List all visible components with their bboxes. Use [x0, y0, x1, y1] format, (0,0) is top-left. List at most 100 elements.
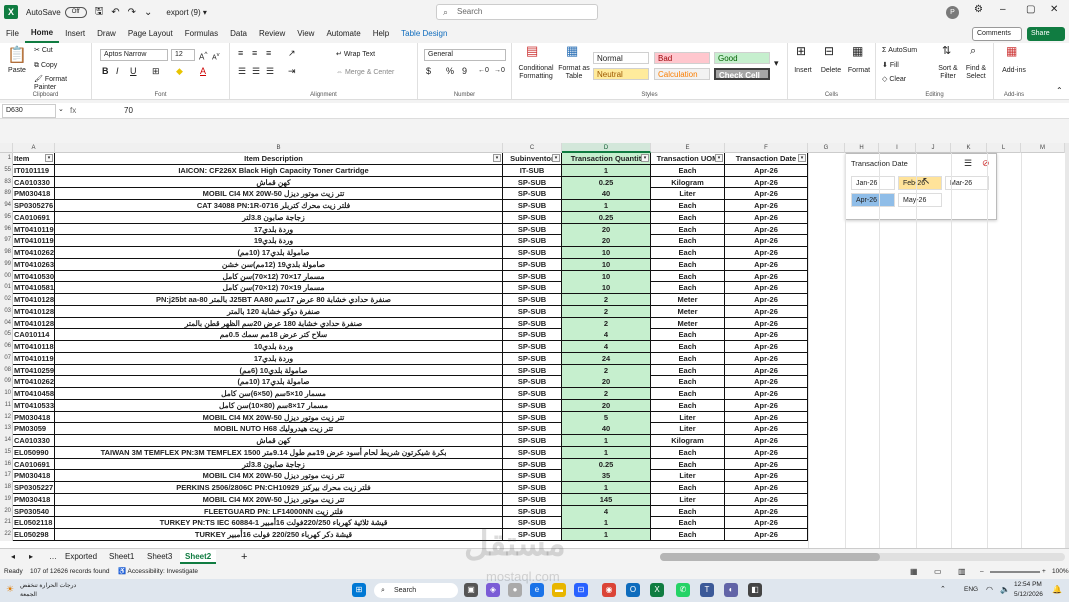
find-select-icon[interactable]: ⌕: [970, 46, 976, 57]
tab-sheet-exported[interactable]: Exported: [60, 550, 102, 564]
file-name[interactable]: export (9) ▾: [166, 8, 206, 17]
save-icon[interactable]: 🖫: [95, 4, 104, 21]
column-header-k[interactable]: K: [951, 143, 987, 153]
decrease-font-icon[interactable]: Av: [212, 51, 220, 62]
format-as-table-button[interactable]: Format as Table: [558, 65, 590, 81]
cell-e[interactable]: Each: [651, 505, 725, 517]
cell-d[interactable]: 2: [562, 317, 651, 329]
cell-d[interactable]: 40: [562, 188, 651, 200]
align-bottom-icon[interactable]: ≡: [266, 49, 271, 58]
cell-c[interactable]: SP-SUB: [503, 317, 562, 329]
cell-b[interactable]: وردة بلدي17: [55, 352, 503, 364]
cell-b[interactable]: وردة بلدي10: [55, 341, 503, 352]
cell-f[interactable]: Apr-26: [725, 493, 808, 505]
row-number[interactable]: 01: [0, 282, 13, 294]
row-number[interactable]: 14: [0, 435, 13, 447]
cell-c[interactable]: SP-SUB: [503, 493, 562, 505]
prev-sheet-icon[interactable]: ◂: [6, 550, 20, 564]
select-all-corner[interactable]: [0, 143, 13, 153]
cell-d[interactable]: 4: [562, 341, 651, 352]
tab-sheet1[interactable]: Sheet1: [104, 550, 139, 564]
tab-data[interactable]: Data: [224, 26, 253, 42]
cell-b[interactable]: كهن قماش: [55, 176, 503, 188]
row-number[interactable]: 09: [0, 376, 13, 388]
column-header-f[interactable]: F: [725, 143, 808, 153]
clock-date[interactable]: 5/12/2026: [1014, 591, 1043, 598]
cell-a[interactable]: IT0101119: [13, 164, 55, 176]
cell-a[interactable]: MT04101189: [13, 341, 55, 352]
formula-input[interactable]: 70: [124, 104, 133, 118]
comments-button[interactable]: Comments: [972, 27, 1022, 41]
cell-d[interactable]: 4: [562, 505, 651, 517]
row-number[interactable]: 19: [0, 493, 13, 506]
cell-d[interactable]: 10: [562, 247, 651, 258]
cell-c[interactable]: SP-SUB: [503, 388, 562, 399]
filter-dropdown-icon[interactable]: ▾: [641, 154, 649, 162]
increase-decimal-icon[interactable]: ←0: [478, 67, 489, 75]
row-number[interactable]: 98: [0, 247, 13, 259]
cell-b[interactable]: زجاجة صابون 3.8لتر: [55, 458, 503, 470]
cell-a[interactable]: MT0410262: [13, 376, 55, 388]
collapse-ribbon-icon[interactable]: ⌃: [1056, 87, 1063, 95]
filter-dropdown-icon[interactable]: ▾: [715, 154, 723, 162]
copy-button[interactable]: ⧉ Copy: [34, 62, 57, 70]
cell-f[interactable]: Apr-26: [725, 164, 808, 176]
orientation-icon[interactable]: ↗: [288, 49, 296, 58]
cell-d[interactable]: 1: [562, 435, 651, 446]
cell-c[interactable]: SP-SUB: [503, 470, 562, 482]
row-number[interactable]: 06: [0, 341, 13, 353]
cell-e[interactable]: Each: [651, 270, 725, 282]
row-number[interactable]: 20: [0, 505, 13, 518]
cell-b[interactable]: وردة بلدي17: [55, 223, 503, 235]
cell-f[interactable]: Apr-26: [725, 376, 808, 388]
row-number[interactable]: 10: [0, 388, 13, 400]
name-box[interactable]: D630: [2, 104, 56, 118]
cell-f[interactable]: Apr-26: [725, 305, 808, 317]
conditional-formatting-button[interactable]: Conditional Formatting: [514, 65, 558, 81]
paste-icon[interactable]: 📋: [6, 47, 28, 65]
style-calculation[interactable]: Calculation: [654, 68, 710, 80]
customize-toolbar-icon[interactable]: ⌄: [144, 7, 152, 18]
wifi-icon[interactable]: ◠: [986, 585, 993, 594]
cell-e[interactable]: Liter: [651, 411, 725, 423]
indent-icon[interactable]: ⇥: [288, 67, 296, 76]
row-number[interactable]: 97: [0, 235, 13, 247]
row-number[interactable]: 00: [0, 270, 13, 283]
cut-button[interactable]: ✂ Cut: [34, 47, 53, 55]
underline-icon[interactable]: U: [130, 67, 137, 76]
cell-e[interactable]: Each: [651, 211, 725, 223]
chrome-icon[interactable]: ◉: [602, 583, 616, 597]
cell-b[interactable]: TURKEY PN:TS IEC 60884-1 قيشة ثلاثية كهر…: [55, 517, 503, 529]
cell-c[interactable]: SP-SUB: [503, 376, 562, 388]
file-explorer-icon[interactable]: ▬: [552, 583, 566, 597]
cell-e[interactable]: Each: [651, 376, 725, 388]
cell-d[interactable]: 145: [562, 493, 651, 505]
cell-e[interactable]: Each: [651, 364, 725, 376]
cell-b[interactable]: مسمار 17×70 (12×70)سن كامل: [55, 270, 503, 282]
row-number[interactable]: 89: [0, 188, 13, 200]
cell-d[interactable]: 2: [562, 388, 651, 399]
bold-icon[interactable]: B: [102, 67, 109, 76]
cell-b[interactable]: IAICON: CF226X Black High Capacity Toner…: [55, 164, 503, 176]
cell-b[interactable]: MOBIL NUTO H68 تتر زيت هيدروليك: [55, 423, 503, 435]
cell-e[interactable]: Liter: [651, 188, 725, 200]
cell-c[interactable]: SP-SUB: [503, 341, 562, 352]
cell-a[interactable]: MT0410458: [13, 388, 55, 399]
style-bad[interactable]: Bad: [654, 52, 710, 64]
row-number[interactable]: 83: [0, 176, 13, 189]
widgets-icon[interactable]: ◈: [486, 583, 500, 597]
cell-b[interactable]: MOBIL CI4 MX 20W-50 تتر زيت موتور ديزل: [55, 493, 503, 505]
cell-b[interactable]: FLEETGUARD PN: LF14000NN فلتر زيت: [55, 505, 503, 517]
filter-dropdown-icon[interactable]: ▾: [798, 154, 806, 162]
cell-c[interactable]: SP-SUB: [503, 364, 562, 376]
header-cell-e[interactable]: Transaction UOM ▾: [651, 153, 725, 164]
cell-c[interactable]: SP-SUB: [503, 329, 562, 341]
excel-taskbar-icon[interactable]: X: [650, 583, 664, 597]
row-number[interactable]: 05: [0, 329, 13, 341]
cell-e[interactable]: Each: [651, 388, 725, 399]
cell-f[interactable]: Apr-26: [725, 364, 808, 376]
cell-b[interactable]: كهن قماش: [55, 435, 503, 446]
row-number[interactable]: 22: [0, 529, 13, 541]
cell-c[interactable]: SP-SUB: [503, 247, 562, 258]
tab-table-design[interactable]: Table Design: [395, 26, 453, 42]
